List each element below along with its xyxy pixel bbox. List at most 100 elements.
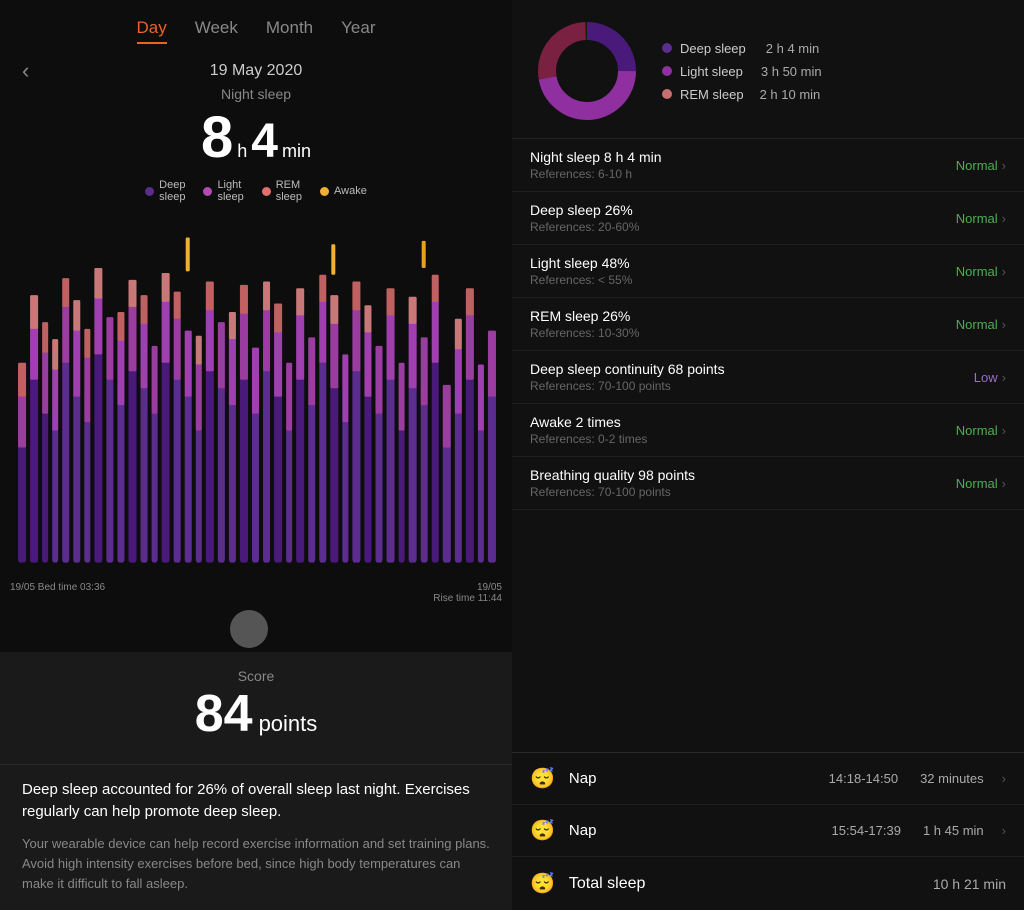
light-sleep-label: Lightsleep (217, 179, 243, 203)
tab-week[interactable]: Week (195, 18, 238, 44)
chevron-icon: › (1002, 158, 1006, 173)
tab-day[interactable]: Day (137, 18, 167, 44)
rem-sleep-dot (262, 187, 271, 196)
status-normal-label: Normal (956, 211, 998, 226)
bed-time-label: 19/05 Bed time 03:36 (10, 582, 105, 604)
total-sleep-row: 😴 Total sleep 10 h 21 min (512, 857, 1024, 910)
nap-duration-2: 1 h 45 min (923, 823, 984, 838)
tab-year[interactable]: Year (341, 18, 375, 44)
total-sleep-icon: 😴 (530, 871, 555, 896)
metrics-list: Night sleep 8 h 4 min References: 6-10 h… (512, 139, 1024, 752)
nap-row-2[interactable]: 😴 Nap 15:54-17:39 1 h 45 min › (512, 805, 1024, 857)
nap-chevron-1: › (1002, 771, 1006, 786)
metric-awake[interactable]: Awake 2 times References: 0-2 times Norm… (512, 404, 1024, 457)
nap-icon-2: 😴 (530, 818, 555, 843)
score-value: 84 (195, 684, 253, 744)
metric-night-sleep[interactable]: Night sleep 8 h 4 min References: 6-10 h… (512, 139, 1024, 192)
donut-light-dot (662, 66, 672, 76)
insights-section: Deep sleep accounted for 26% of overall … (0, 764, 512, 910)
metric-night-sleep-title: Night sleep 8 h 4 min (530, 149, 662, 165)
sleep-legend: Deepsleep Lightsleep REMsleep Awake (0, 179, 512, 203)
metric-deep-continuity-title: Deep sleep continuity 68 points (530, 361, 725, 377)
donut-svg (532, 16, 642, 126)
nap-row-1[interactable]: 😴 Nap 14:18-14:50 32 minutes › (512, 753, 1024, 805)
chevron-icon: › (1002, 264, 1006, 279)
donut-legend: Deep sleep 2 h 4 min Light sleep 3 h 50 … (662, 41, 822, 102)
prev-arrow[interactable]: ‹ (22, 58, 29, 84)
insight-main-text: Deep sleep accounted for 26% of overall … (22, 779, 490, 824)
legend-awake: Awake (320, 179, 367, 203)
insight-sub-text: Your wearable device can help record exe… (22, 834, 490, 894)
metric-deep-sleep-status: Normal › (956, 211, 1006, 226)
metric-rem-sleep-status: Normal › (956, 317, 1006, 332)
total-sleep-time: 10 h 21 min (933, 876, 1006, 892)
rem-sleep-label: REMsleep (276, 179, 302, 203)
nap-time-2: 15:54-17:39 (832, 823, 901, 838)
status-normal-label: Normal (956, 264, 998, 279)
metric-awake-ref: References: 0-2 times (530, 432, 647, 446)
metric-deep-continuity[interactable]: Deep sleep continuity 68 points Referenc… (512, 351, 1024, 404)
date-navigation: ‹ 19 May 2020 (0, 58, 512, 82)
sleep-min-label: min (282, 141, 311, 162)
chevron-icon: › (1002, 317, 1006, 332)
sleep-h-label: h (237, 141, 247, 162)
nap-chevron-2: › (1002, 823, 1006, 838)
status-normal-label: Normal (956, 476, 998, 491)
metric-breathing-ref: References: 70-100 points (530, 485, 695, 499)
metric-awake-status: Normal › (956, 423, 1006, 438)
sleep-minutes: 4 (251, 114, 278, 169)
donut-section: Deep sleep 2 h 4 min Light sleep 3 h 50 … (512, 0, 1024, 139)
score-unit: points (259, 711, 318, 737)
donut-rem-dot (662, 89, 672, 99)
sleep-duration: 8 h 4 min (0, 104, 512, 171)
deep-sleep-dot (145, 187, 154, 196)
donut-deep-label: Deep sleep (680, 41, 746, 56)
metric-breathing[interactable]: Breathing quality 98 points References: … (512, 457, 1024, 510)
donut-deep-time: 2 h 4 min (766, 41, 819, 56)
legend-deep-sleep: Deepsleep (145, 179, 185, 203)
sleep-chart (10, 207, 502, 580)
metric-light-sleep-title: Light sleep 48% (530, 255, 632, 271)
tab-month[interactable]: Month (266, 18, 313, 44)
donut-light-label: Light sleep (680, 64, 743, 79)
chart-labels: 19/05 Bed time 03:36 19/05Rise time 11:4… (0, 582, 512, 604)
metric-light-sleep-status: Normal › (956, 264, 1006, 279)
sleep-hours: 8 (201, 104, 233, 171)
metric-night-sleep-ref: References: 6-10 h (530, 167, 662, 181)
donut-rem-sleep: REM sleep 2 h 10 min (662, 87, 822, 102)
donut-rem-label: REM sleep (680, 87, 744, 102)
nap-section: 😴 Nap 14:18-14:50 32 minutes › 😴 Nap 15:… (512, 752, 1024, 910)
metric-rem-sleep[interactable]: REM sleep 26% References: 10-30% Normal … (512, 298, 1024, 351)
status-normal-label: Normal (956, 317, 998, 332)
chevron-icon: › (1002, 370, 1006, 385)
status-low-label: Low (974, 370, 998, 385)
nap-duration-1: 32 minutes (920, 771, 984, 786)
metric-light-sleep[interactable]: Light sleep 48% References: < 55% Normal… (512, 245, 1024, 298)
light-sleep-dot (203, 187, 212, 196)
metric-rem-sleep-ref: References: 10-30% (530, 326, 639, 340)
awake-dot (320, 187, 329, 196)
score-label: Score (24, 668, 488, 684)
nap-icon-1: 😴 (530, 766, 555, 791)
metric-light-sleep-ref: References: < 55% (530, 273, 632, 287)
metric-night-sleep-status: Normal › (956, 158, 1006, 173)
chevron-icon: › (1002, 423, 1006, 438)
metric-awake-title: Awake 2 times (530, 414, 647, 430)
scroll-handle[interactable] (230, 610, 268, 648)
left-panel: Day Week Month Year ‹ 19 May 2020 Night … (0, 0, 512, 910)
metric-deep-sleep[interactable]: Deep sleep 26% References: 20-60% Normal… (512, 192, 1024, 245)
nap-label-1: Nap (569, 770, 815, 787)
metric-breathing-status: Normal › (956, 476, 1006, 491)
metric-rem-sleep-title: REM sleep 26% (530, 308, 639, 324)
donut-chart (532, 16, 642, 126)
score-section: Score 84 points (0, 652, 512, 764)
donut-light-time: 3 h 50 min (761, 64, 822, 79)
legend-rem-sleep: REMsleep (262, 179, 302, 203)
sleep-chart-svg (10, 207, 502, 580)
metric-deep-continuity-ref: References: 70-100 points (530, 379, 725, 393)
deep-sleep-label: Deepsleep (159, 179, 185, 203)
right-panel: Deep sleep 2 h 4 min Light sleep 3 h 50 … (512, 0, 1024, 910)
donut-rem-time: 2 h 10 min (760, 87, 821, 102)
nap-label-2: Nap (569, 822, 818, 839)
nap-time-1: 14:18-14:50 (829, 771, 898, 786)
